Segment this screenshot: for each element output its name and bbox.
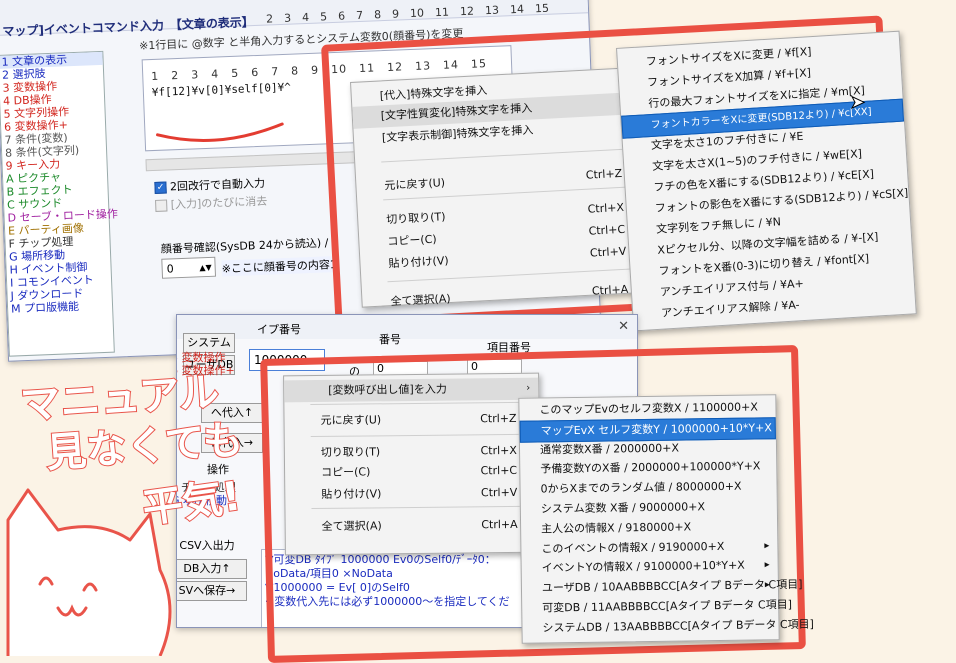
command-tree: 1 文章の表示 2 選択肢 3 変数操作 4 DB操作 5 文字列操作 6 変数操作+ 7 … [0,50,118,357]
menu-item-label: 元に戻す(U) [384,176,446,193]
system-db-button[interactable]: システムDB [183,333,235,367]
clear-on-input-label: [入力]のたびに消去 [170,194,268,212]
submenu-arrow-icon: › [526,382,531,394]
bottom-titlebar [177,315,637,339]
checkbox-checked-icon: ✓ [154,181,167,194]
submenu-item-label: このイベントの情報X / 9190000+X [541,539,725,556]
menu-item[interactable]: コピー(C) Ctrl+C [285,460,539,485]
checkbox-empty-icon [155,199,168,212]
submenu-item-label: 主人公の情報X / 9180000+X [541,520,692,536]
menu-item-shortcut: Ctrl+Z [480,411,517,426]
spin-arrow-icon: ▲▼ [199,262,212,273]
message-text: ¥f[12]¥v[0]¥self[0]¥^ [151,80,292,100]
menu-separator [310,433,533,438]
submenu-item-label: 通常変数X番 / 2000000+X [539,441,680,457]
clear-on-input-checkbox[interactable]: [入力]のたびに消去 [155,193,268,213]
menu-item-shortcut: Ctrl+V [589,244,627,260]
type-number-label: イプ番号 [257,323,301,336]
menu-separator [310,401,533,406]
auto-newline-checkbox[interactable]: ✓ 2回改行で自動入力 [154,175,265,195]
auto-newline-label: 2回改行で自動入力 [169,176,266,194]
menu-item[interactable]: 全て選択(A) Ctrl+A [286,514,540,539]
submenu-arrow-icon: ▸ [764,559,770,571]
cat-doodle [6,488,172,656]
menu-item-label: コピー(C) [321,465,371,479]
command-tree-item[interactable]: M プロ版機能 [8,299,112,316]
menu-item[interactable]: [変数呼び出し値]を入力 › [284,377,539,403]
menu-separator [311,505,534,510]
submenu-item-label: システムDB / 13AABBBBCC[Aタイプ Bデータ C項目] [542,617,814,635]
variable-call-submenu: このマップEvのセルフ変数X / 1100000+X マップEvX セルフ変数Y … [518,394,814,644]
menu-item-label: 切り取り(T) [385,210,446,227]
menu-item-label: 元に戻す(U) [320,413,382,427]
face-number-spin[interactable]: 0 ▲▼ [161,256,217,279]
face-number-label: 顔番号確認(SysDB 24から読込) / [160,236,329,256]
submenu-item-label: システム変数 X番 / 9000000+X [540,500,706,516]
menu-item-shortcut: Ctrl+X [480,443,517,458]
menu-item-shortcut: Ctrl+C [588,222,626,238]
menu-item-label: コピー(C) [387,232,437,249]
menu-item-shortcut: Ctrl+C [480,463,518,478]
menu-item[interactable]: 元に戻す(U) Ctrl+Z [284,408,538,433]
menu-item-shortcut: Ctrl+X [587,200,625,216]
context-menu-top: [代入]特殊文字を挿入›[文字性質変化]特殊文字を挿入›[文字表示制御]特殊文字… [350,66,652,308]
menu-item-shortcut: Ctrl+Z [585,166,623,182]
menu-item-label: 貼り付け(V) [321,487,382,501]
submenu-arrow-icon: ▸ [764,539,770,551]
menu-item[interactable]: 貼り付け(V) Ctrl+V [285,482,539,507]
menu-item-shortcut: Ctrl+V [480,485,518,500]
face-number-note: ※ここに顔番号の内容1 [221,256,338,277]
submenu-item[interactable]: システムDB / 13AABBBBCC[Aタイプ Bデータ C項目] [522,615,814,639]
menu-item-label: 全て選択(A) [390,292,451,309]
menu-item-shortcut: Ctrl+A [591,282,629,298]
close-icon: ✕ [618,319,629,334]
context-menu-bottom: [変数呼び出し値]を入力 › 元に戻す(U) Ctrl+Z 切り取り(T) Ctrl+X コ… [283,372,541,556]
mouse-cursor-icon: ➤ [849,92,866,114]
submenu-arrow-icon: ▸ [764,579,771,591]
menu-item-label: 貼り付け(V) [388,254,449,271]
menu-separator [381,148,637,163]
menu-item-label: 全て選択(A) [321,519,382,533]
face-number-value: 0 [166,262,174,276]
data-number-label: 番号 [379,333,401,346]
text-style-submenu: フォントサイズをXに変更 / ¥f[X] フォントサイズをX加算 / ¥f+[X]… [616,30,917,332]
close-button[interactable]: ✕ [618,319,629,334]
menu-item-shortcut: Ctrl+A [481,517,518,532]
menu-item-label: [変数呼び出し値]を入力 [328,382,447,397]
